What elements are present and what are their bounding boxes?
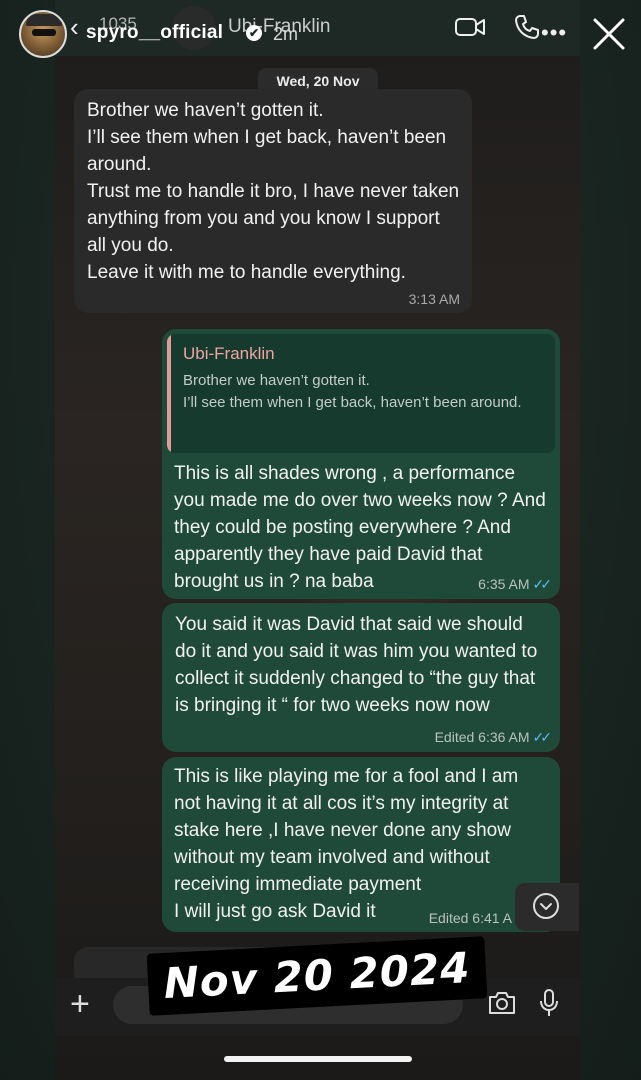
story-avatar[interactable] <box>19 10 67 58</box>
story-timestamp: 2m <box>273 24 299 44</box>
message-bubble-incoming[interactable]: Brother we haven’t gotten it. I’ll see t… <box>74 89 472 313</box>
home-indicator[interactable] <box>224 1056 412 1062</box>
message-bubble-outgoing[interactable]: Ubi-Franklin Brother we haven’t gotten i… <box>162 329 560 599</box>
back-chevron-icon[interactable]: ‹ <box>70 12 79 43</box>
scroll-to-bottom-button[interactable] <box>515 883 579 931</box>
read-receipt-icon: ✓✓ <box>532 729 553 745</box>
camera-icon[interactable] <box>487 990 517 1016</box>
message-time: Edited 6:41 A <box>428 910 512 926</box>
story-username[interactable]: spyro__official <box>86 22 223 44</box>
message-time: Edited 6:36 AM <box>434 729 530 745</box>
more-options-icon[interactable]: ••• <box>541 20 567 46</box>
video-call-icon[interactable] <box>455 16 485 38</box>
chevron-down-icon <box>533 893 559 919</box>
message-text: This is like playing me for a fool and I… <box>174 766 519 922</box>
message-text: This is all shades wrong , a performance… <box>174 463 546 592</box>
message-meta: Edited 6:36 AM ✓✓ <box>434 729 553 746</box>
read-receipt-icon: ✓✓ <box>532 576 553 592</box>
message-bubble-outgoing[interactable]: This is like playing me for a fool and I… <box>162 757 560 932</box>
quote-accent-bar <box>167 334 171 453</box>
quote-text: Brother we haven’t gotten it. I’ll see t… <box>183 372 522 411</box>
message-bubble-outgoing[interactable]: You said it was David that said we shoul… <box>162 603 560 752</box>
quote-sender: Ubi-Franklin <box>183 344 275 363</box>
verified-badge-icon: ✔ <box>246 25 262 41</box>
message-time: 3:13 AM <box>408 291 460 307</box>
microphone-icon[interactable] <box>539 988 559 1018</box>
message-text: Brother we haven’t gotten it. I’ll see t… <box>87 100 460 283</box>
phone-call-icon[interactable] <box>514 14 540 40</box>
quoted-reply[interactable]: Ubi-Franklin Brother we haven’t gotten i… <box>167 334 555 453</box>
message-text: You said it was David that said we shoul… <box>175 614 538 716</box>
message-meta: 6:35 AM ✓✓ <box>478 576 553 593</box>
message-time: 6:35 AM <box>478 576 530 592</box>
close-icon[interactable] <box>591 16 627 52</box>
attach-plus-icon[interactable]: + <box>70 985 90 1024</box>
